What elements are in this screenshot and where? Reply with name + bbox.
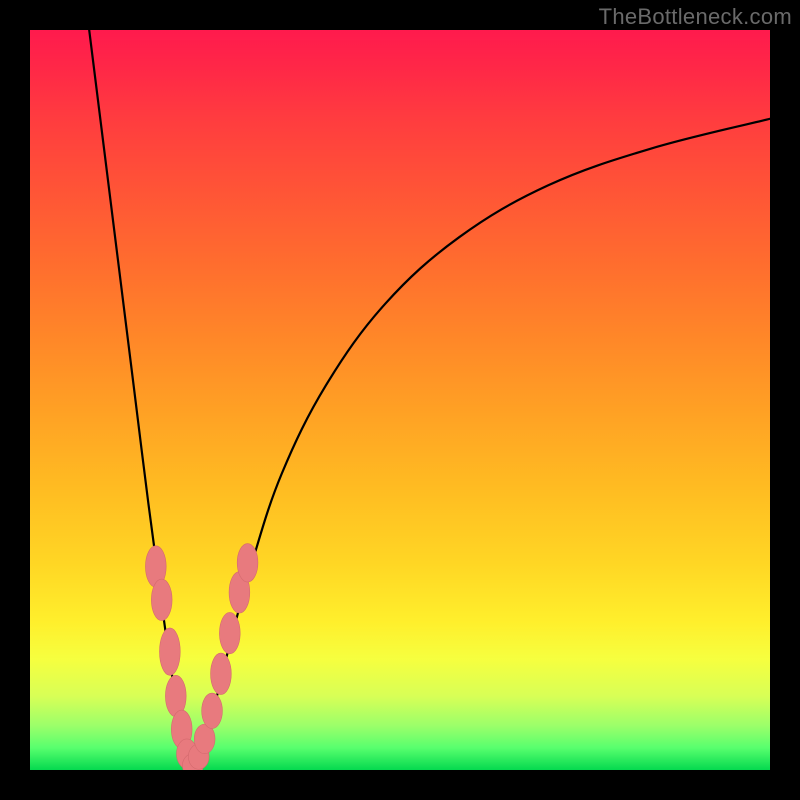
- chart-marker: [194, 724, 215, 754]
- chart-marker: [171, 710, 192, 748]
- chart-marker: [151, 579, 172, 620]
- chart-markers: [145, 544, 257, 770]
- chart-marker: [177, 739, 198, 769]
- chart-marker: [182, 754, 203, 770]
- chart-marker: [202, 693, 223, 729]
- chart-marker: [237, 544, 258, 582]
- curve-right-branch: [193, 119, 770, 770]
- chart-frame: TheBottleneck.com: [0, 0, 800, 800]
- chart-marker: [145, 546, 166, 587]
- chart-svg: [30, 30, 770, 770]
- watermark-text: TheBottleneck.com: [599, 4, 792, 30]
- chart-marker: [229, 572, 250, 613]
- chart-marker: [219, 612, 240, 653]
- chart-marker: [188, 744, 209, 769]
- chart-marker: [165, 675, 186, 716]
- chart-marker: [211, 653, 232, 694]
- curve-left-branch: [89, 30, 193, 770]
- chart-marker: [160, 628, 181, 675]
- chart-plot-area: [30, 30, 770, 770]
